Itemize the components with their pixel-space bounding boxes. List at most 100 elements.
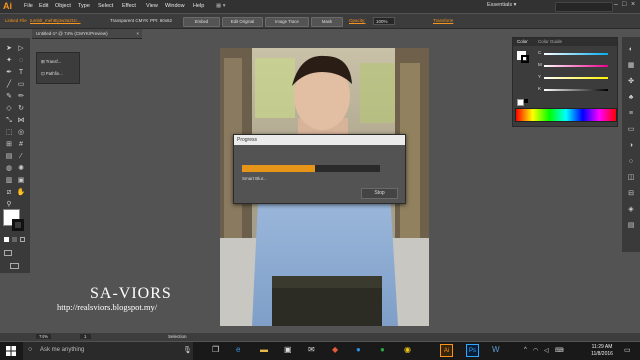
- menu-file[interactable]: File: [24, 3, 33, 9]
- none-mode-icon[interactable]: [20, 237, 25, 242]
- black-swatch[interactable]: [524, 99, 528, 103]
- draw-mode-icon[interactable]: [4, 250, 12, 256]
- lasso-tool-icon[interactable]: ◌: [16, 56, 26, 65]
- illustrator-taskbar-icon[interactable]: Ai: [440, 344, 453, 357]
- edit-original-button[interactable]: Edit Original: [222, 17, 263, 27]
- slider-m[interactable]: [544, 65, 608, 67]
- opacity-field[interactable]: 100%: [373, 17, 395, 25]
- clock-date[interactable]: 11/8/2016: [587, 351, 617, 357]
- menu-effect[interactable]: Effect: [122, 3, 136, 9]
- layers-icon[interactable]: ◈: [626, 205, 636, 214]
- hand-tool-icon[interactable]: ✋: [16, 188, 26, 197]
- minimize-icon[interactable]: –: [614, 1, 618, 8]
- gradient-tool-icon[interactable]: ▤: [4, 152, 14, 161]
- graph-tool-icon[interactable]: ▥: [4, 176, 14, 185]
- pencil-tool-icon[interactable]: ✏: [16, 92, 26, 101]
- appearance-icon[interactable]: ○: [626, 157, 636, 166]
- pen-tool-icon[interactable]: ✒: [4, 68, 14, 77]
- cortana-search-box[interactable]: ○ Ask me anything 🎙: [23, 342, 193, 360]
- none-swatch[interactable]: [517, 99, 524, 106]
- graphic-styles-icon[interactable]: ◫: [626, 173, 636, 182]
- eraser-tool-icon[interactable]: ◇: [4, 104, 14, 113]
- maximize-icon[interactable]: □: [622, 1, 626, 8]
- stop-button[interactable]: Stop: [361, 188, 398, 199]
- document-tab[interactable]: Untitled-1* @ 74% (CMYK/Preview) ×: [32, 29, 142, 39]
- transform-panel-item[interactable]: ⊞ Transf...: [41, 59, 61, 65]
- type-tool-icon[interactable]: T: [16, 68, 26, 77]
- task-view-icon[interactable]: ❐: [212, 345, 223, 356]
- clock-time[interactable]: 11:29 AM: [587, 344, 617, 350]
- wifi-icon[interactable]: ◠: [533, 347, 538, 354]
- keyboard-icon[interactable]: ⌨: [555, 347, 564, 354]
- color-mode-icon[interactable]: [4, 237, 9, 242]
- slider-y[interactable]: [544, 77, 608, 79]
- magic-wand-tool-icon[interactable]: ✦: [4, 56, 14, 65]
- menu-view[interactable]: View: [146, 3, 158, 9]
- zoom-level[interactable]: 74%: [36, 334, 52, 339]
- artboard-tool-icon[interactable]: ▣: [16, 176, 26, 185]
- symbols-icon[interactable]: ♣: [626, 93, 636, 102]
- app-icon-green[interactable]: ●: [380, 345, 391, 356]
- slice-tool-icon[interactable]: ⧄: [4, 188, 14, 197]
- tab-color[interactable]: Color: [517, 39, 528, 44]
- tab-close-icon[interactable]: ×: [136, 29, 139, 38]
- close-icon[interactable]: ×: [631, 1, 635, 8]
- scale-tool-icon[interactable]: ⤡: [4, 116, 14, 125]
- menu-edit[interactable]: Edit: [39, 3, 48, 9]
- bridge-icon[interactable]: ▦ ▾: [216, 3, 226, 9]
- menu-type[interactable]: Type: [78, 3, 90, 9]
- width-tool-icon[interactable]: ⋈: [16, 116, 26, 125]
- menu-select[interactable]: Select: [98, 3, 113, 9]
- notification-icon[interactable]: ▭: [624, 346, 631, 354]
- brushes-icon[interactable]: ✤: [626, 77, 636, 86]
- color-panel-icon[interactable]: ◐: [626, 45, 636, 54]
- app-icon-blue[interactable]: ●: [356, 345, 367, 356]
- direct-selection-tool-icon[interactable]: ▷: [16, 44, 26, 53]
- microphone-icon[interactable]: 🎙: [183, 346, 192, 354]
- eyedropper-tool-icon[interactable]: ⁄: [16, 152, 26, 161]
- linked-file-name[interactable]: tumblr_meh8Ij4w3a2t1r...: [30, 18, 81, 23]
- line-tool-icon[interactable]: ╱: [4, 80, 14, 89]
- menu-help[interactable]: Help: [193, 3, 204, 9]
- image-trace-button[interactable]: Image Trace: [265, 17, 309, 27]
- mesh-tool-icon[interactable]: #: [16, 140, 26, 149]
- color-stroke-swatch[interactable]: [521, 55, 529, 63]
- zoom-tool-icon[interactable]: ⚲: [4, 200, 14, 209]
- artboards-icon[interactable]: ▤: [626, 221, 636, 230]
- gradient-mode-icon[interactable]: [12, 237, 17, 242]
- menu-object[interactable]: Object: [55, 3, 71, 9]
- volume-icon[interactable]: ◁: [544, 347, 549, 354]
- stroke-swatch[interactable]: [12, 219, 24, 231]
- gradient-panel-icon[interactable]: ▭: [626, 125, 636, 134]
- tab-color-guide[interactable]: Color Guide: [538, 39, 562, 44]
- rotate-tool-icon[interactable]: ↻: [16, 104, 26, 113]
- search-input[interactable]: [555, 2, 613, 12]
- chrome-icon[interactable]: ◉: [404, 345, 415, 356]
- edge-icon[interactable]: e: [236, 345, 247, 356]
- opacity-label[interactable]: Opacity:: [349, 18, 366, 23]
- paintbrush-tool-icon[interactable]: ✎: [4, 92, 14, 101]
- file-explorer-icon[interactable]: ▬: [260, 345, 271, 356]
- free-transform-tool-icon[interactable]: ⬚: [4, 128, 14, 137]
- shape-builder-tool-icon[interactable]: ◎: [16, 128, 26, 137]
- screen-mode-icon[interactable]: [10, 263, 19, 269]
- store-icon[interactable]: ▣: [284, 345, 295, 356]
- tray-chevron-icon[interactable]: ^: [524, 347, 527, 353]
- blend-tool-icon[interactable]: ◍: [4, 164, 14, 173]
- transform-link[interactable]: Transform: [433, 18, 453, 23]
- color-spectrum[interactable]: [515, 108, 617, 122]
- swatches-icon[interactable]: ▦: [626, 61, 636, 70]
- embed-button[interactable]: Embed: [183, 17, 220, 27]
- transparency-icon[interactable]: ◑: [626, 141, 636, 150]
- perspective-grid-tool-icon[interactable]: ⊞: [4, 140, 14, 149]
- align-icon[interactable]: ⊟: [626, 189, 636, 198]
- photoshop-taskbar-icon[interactable]: Ps: [466, 344, 479, 357]
- rectangle-tool-icon[interactable]: ▭: [16, 80, 26, 89]
- app-icon-red[interactable]: ◆: [332, 345, 343, 356]
- symbol-sprayer-tool-icon[interactable]: ✺: [16, 164, 26, 173]
- mask-button[interactable]: Mask: [311, 17, 343, 27]
- menu-window[interactable]: Window: [165, 3, 185, 9]
- artboard-number[interactable]: 1: [80, 334, 91, 339]
- stroke-icon[interactable]: ≡: [626, 109, 636, 118]
- mail-icon[interactable]: ✉: [308, 345, 319, 356]
